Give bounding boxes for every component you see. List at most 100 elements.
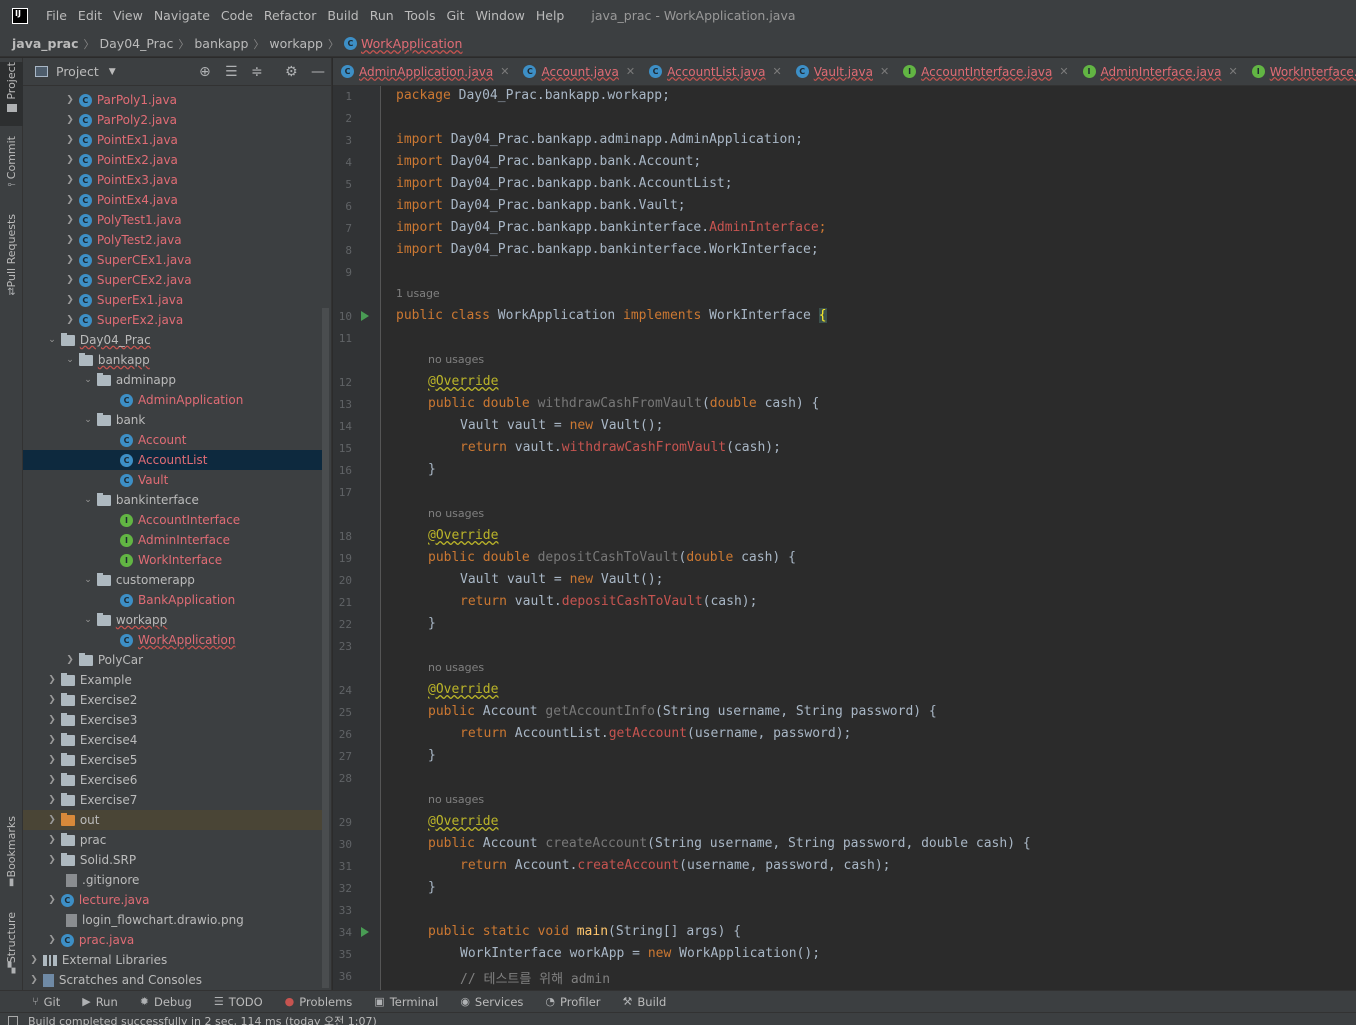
expand-all-icon[interactable]: ☰ — [225, 64, 238, 80]
usage-hint[interactable]: no usages — [428, 661, 484, 674]
tool-build[interactable]: ⚒ Build — [623, 995, 667, 1009]
close-icon[interactable]: ✕ — [500, 65, 509, 78]
tool-tab-commit[interactable]: Commit ⟜ — [0, 136, 23, 198]
tool-debug[interactable]: ✹ Debug — [140, 995, 192, 1009]
close-icon[interactable]: ✕ — [773, 65, 782, 78]
menu-refactor[interactable]: Refactor — [264, 8, 316, 23]
usage-hint[interactable]: no usages — [428, 353, 484, 366]
project-panel-title[interactable]: Project — [56, 64, 99, 79]
tree-item-polycar[interactable]: ❯ PolyCar — [23, 650, 323, 670]
tree-item-exercise3[interactable]: ❯ Exercise3 — [23, 710, 323, 730]
tree-item-supercex2[interactable]: ❯ C SuperCEx2.java — [23, 270, 323, 290]
chevron-down-icon[interactable]: ⌄ — [47, 335, 57, 345]
close-icon[interactable]: ✕ — [880, 65, 889, 78]
tree-item-bankapplication[interactable]: C BankApplication — [23, 590, 323, 610]
run-gutter-icon[interactable] — [361, 311, 369, 321]
tool-todo[interactable]: ☰ TODO — [214, 995, 263, 1009]
chevron-right-icon[interactable]: ❯ — [65, 295, 75, 305]
breadcrumb-workapp[interactable]: workapp — [269, 36, 323, 51]
chevron-right-icon[interactable]: ❯ — [65, 215, 75, 225]
tool-git[interactable]: ⑂ Git — [32, 995, 60, 1009]
chevron-right-icon[interactable]: ❯ — [47, 695, 57, 705]
tree-item-superex1[interactable]: ❯ C SuperEx1.java — [23, 290, 323, 310]
tree-item-pointex1[interactable]: ❯ C PointEx1.java — [23, 130, 323, 150]
chevron-right-icon[interactable]: ❯ — [47, 835, 57, 845]
tree-item-adminapp[interactable]: ⌄ adminapp — [23, 370, 323, 390]
chevron-right-icon[interactable]: ❯ — [47, 755, 57, 765]
tree-item-external-libraries[interactable]: ❯ External Libraries — [23, 950, 323, 970]
status-toggle-icon[interactable] — [8, 1016, 18, 1025]
chevron-right-icon[interactable]: ❯ — [47, 675, 57, 685]
tree-item-polytest2[interactable]: ❯ C PolyTest2.java — [23, 230, 323, 250]
tool-profiler[interactable]: ◔ Profiler — [545, 995, 600, 1009]
chevron-right-icon[interactable]: ❯ — [47, 895, 57, 905]
chevron-down-icon[interactable]: ⌄ — [83, 495, 93, 505]
tree-item-parpoly2[interactable]: ❯ C ParPoly2.java — [23, 110, 323, 130]
chevron-right-icon[interactable]: ❯ — [65, 275, 75, 285]
tree-item-supercex1[interactable]: ❯ C SuperCEx1.java — [23, 250, 323, 270]
usage-hint[interactable]: no usages — [428, 793, 484, 806]
tree-item-bankapp[interactable]: ⌄ bankapp — [23, 350, 323, 370]
chevron-right-icon[interactable]: ❯ — [47, 735, 57, 745]
menu-build[interactable]: Build — [327, 8, 358, 23]
status-message[interactable]: Build completed successfully in 2 sec, 1… — [28, 1013, 377, 1025]
menu-help[interactable]: Help — [536, 8, 565, 23]
tool-tab-bookmarks[interactable]: Bookmarks ▮ — [0, 816, 23, 900]
tab-account[interactable]: C Account.java ✕ — [515, 58, 641, 85]
tab-workinterface[interactable]: IWorkInterface.java✕ — [1244, 58, 1356, 85]
minimize-icon[interactable]: — — [311, 64, 325, 80]
chevron-right-icon[interactable]: ❯ — [65, 95, 75, 105]
tree-item-superex2[interactable]: ❯ C SuperEx2.java — [23, 310, 323, 330]
tree-item-workinterface[interactable]: I WorkInterface — [23, 550, 323, 570]
chevron-right-icon[interactable]: ❯ — [65, 135, 75, 145]
menu-file[interactable]: File — [46, 8, 67, 23]
run-gutter-icon[interactable] — [361, 927, 369, 937]
tool-services[interactable]: ◉ Services — [460, 995, 523, 1009]
tree-item-pointex3[interactable]: ❯ C PointEx3.java — [23, 170, 323, 190]
breadcrumb-workapplication[interactable]: WorkApplication — [361, 36, 463, 51]
tree-item-login-flowchart[interactable]: login_flowchart.drawio.png — [23, 910, 323, 930]
chevron-right-icon[interactable]: ❯ — [65, 235, 75, 245]
tree-item-workapp[interactable]: ⌄ workapp — [23, 610, 323, 630]
chevron-right-icon[interactable]: ❯ — [47, 855, 57, 865]
tree-item-prac-java[interactable]: ❯ Cprac.java — [23, 930, 323, 950]
chevron-right-icon[interactable]: ❯ — [47, 715, 57, 725]
chevron-right-icon[interactable]: ❯ — [65, 655, 75, 665]
tool-run[interactable]: ▶ Run — [82, 995, 118, 1009]
chevron-right-icon[interactable]: ❯ — [65, 115, 75, 125]
tree-item-pointex4[interactable]: ❯ C PointEx4.java — [23, 190, 323, 210]
tool-tab-project[interactable]: Project — [0, 62, 23, 126]
tree-item-account[interactable]: C Account — [23, 430, 323, 450]
chevron-right-icon[interactable]: ❯ — [47, 935, 57, 945]
tree-item-admininterface[interactable]: I AdminInterface — [23, 530, 323, 550]
chevron-right-icon[interactable]: ❯ — [65, 255, 75, 265]
tree-item-workapplication[interactable]: C WorkApplication — [23, 630, 323, 650]
chevron-right-icon[interactable]: ❯ — [65, 175, 75, 185]
menu-view[interactable]: View — [113, 8, 143, 23]
chevron-down-icon[interactable]: ⌄ — [65, 355, 75, 365]
tree-item-customerapp[interactable]: ⌄ customerapp — [23, 570, 323, 590]
chevron-right-icon[interactable]: ❯ — [47, 775, 57, 785]
chevron-right-icon[interactable]: ❯ — [29, 955, 39, 965]
tree-item-exercise5[interactable]: ❯ Exercise5 — [23, 750, 323, 770]
usage-hint[interactable]: 1 usage — [396, 287, 440, 300]
breadcrumb-project[interactable]: java_prac — [12, 36, 79, 51]
tool-tab-pull-requests[interactable]: Pull Requests ⇅ — [0, 214, 23, 306]
tree-item-solid-srp[interactable]: ❯ Solid.SRP — [23, 850, 323, 870]
tree-item-out[interactable]: ❯ out — [23, 810, 323, 830]
breadcrumb-bankapp[interactable]: bankapp — [194, 36, 248, 51]
code-editor[interactable]: package Day04_Prac.bankapp.workapp; impo… — [382, 86, 1356, 990]
close-icon[interactable]: ✕ — [1059, 65, 1068, 78]
usage-hint[interactable]: no usages — [428, 507, 484, 520]
tool-tab-structure[interactable]: Structure ▚ — [0, 912, 23, 982]
tree-item-exercise7[interactable]: ❯ Exercise7 — [23, 790, 323, 810]
chevron-down-icon[interactable]: ⌄ — [83, 415, 93, 425]
project-scrollbar[interactable] — [322, 308, 329, 988]
tab-admininterface[interactable]: I AdminInterface.java ✕ — [1075, 58, 1244, 85]
chevron-down-icon[interactable]: ▼ — [109, 67, 116, 77]
chevron-right-icon[interactable]: ❯ — [29, 975, 39, 985]
tree-item-bankinterface[interactable]: ⌄ bankinterface — [23, 490, 323, 510]
gear-icon[interactable]: ⚙ — [285, 64, 298, 80]
tree-item-lecture[interactable]: ❯ Clecture.java — [23, 890, 323, 910]
tree-item-scratches[interactable]: ❯ Scratches and Consoles — [23, 970, 323, 990]
